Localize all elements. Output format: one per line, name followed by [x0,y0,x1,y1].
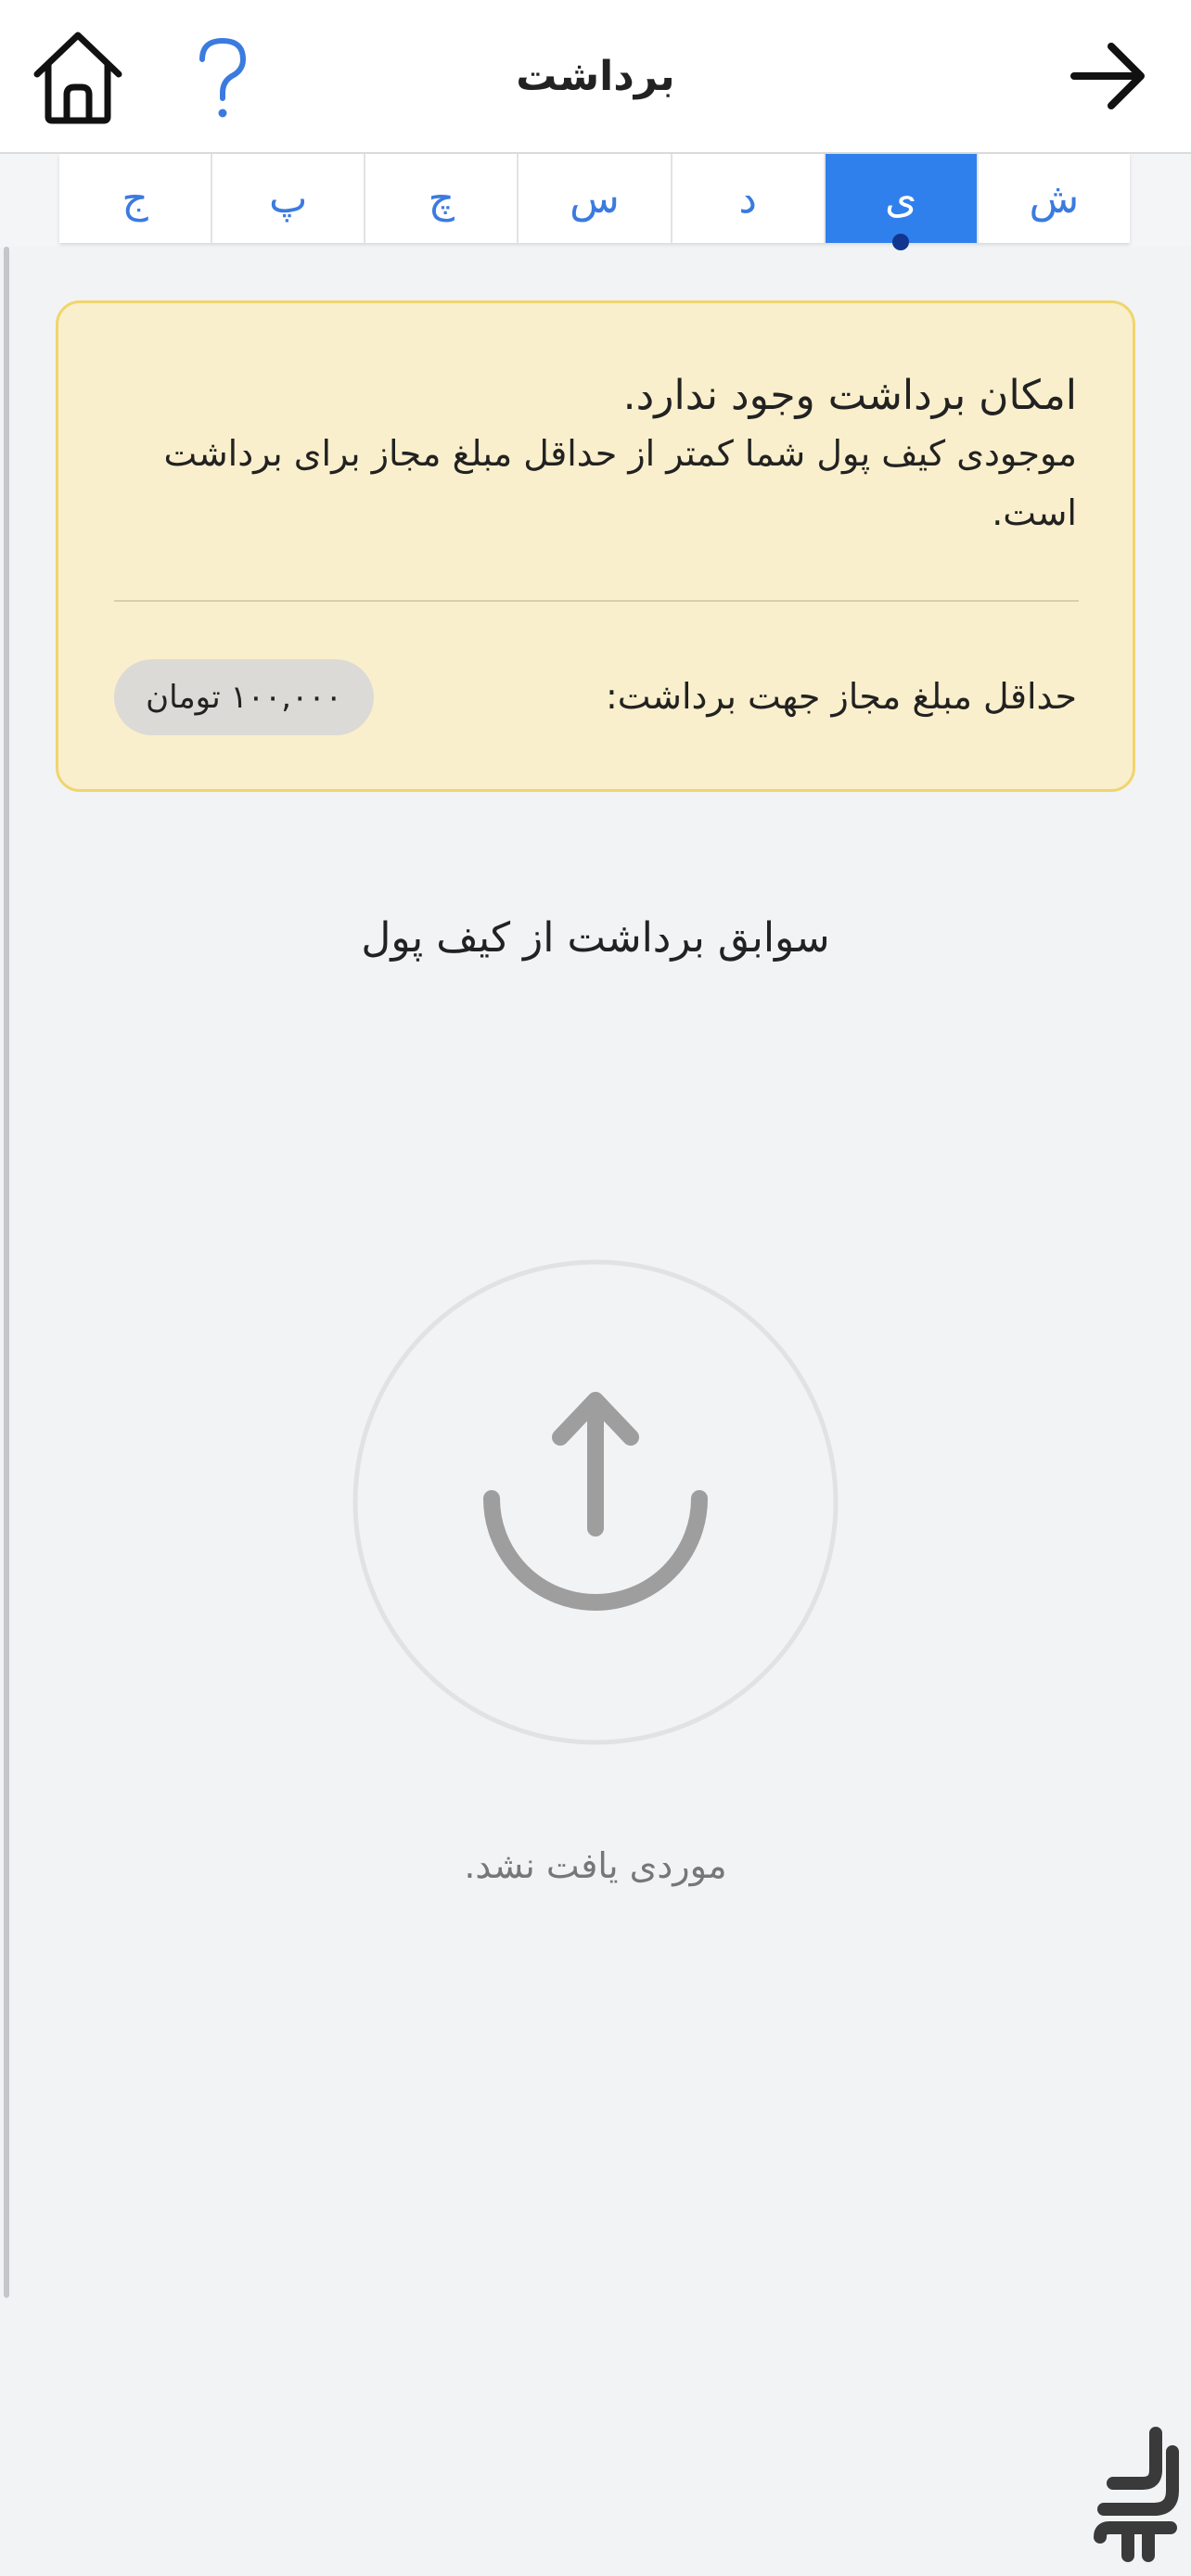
tab-label: پ [269,174,308,223]
min-amount-label: حداقل مبلغ مجاز جهت برداشت: [606,676,1077,717]
history-title: سوابق برداشت از کیف پول [361,914,830,962]
tab-shanbeh[interactable]: ش [976,154,1130,243]
app-header: برداشت [0,0,1191,154]
tab-yekshanbeh[interactable]: ی [823,154,977,250]
page-title: برداشت [516,53,675,100]
tab-doshanbeh[interactable]: د [670,154,824,243]
back-button[interactable] [1067,37,1150,115]
question-mark-icon [199,37,247,118]
warning-message: موجودی کیف پول شما کمتر از حداقل مبلغ مج… [163,433,1077,533]
upload-icon [352,1259,839,1745]
active-dot [892,234,910,250]
home-button[interactable] [28,28,128,126]
divider [114,600,1079,602]
tab-chaharshanbeh[interactable]: چ [364,154,517,243]
empty-state-text: موردی یافت نشد. [464,1845,727,1886]
arrow-right-icon [1070,43,1145,109]
tab-label: س [570,174,620,223]
logo-icon [1094,2427,1179,2562]
app-logo-watermark [1091,2426,1184,2565]
tab-panjshanbeh[interactable]: پ [211,154,364,243]
withdraw-warning-card: امکان برداشت وجود ندارد. موجودی کیف پول … [56,300,1135,792]
tab-jomeh[interactable]: ج [59,154,211,243]
tab-label: چ [428,174,455,223]
tab-label: ش [1029,174,1080,223]
page: برداشت ج پ چ س د ی ش امکان برداشت وجود ن… [0,0,1191,2576]
tab-label: ج [122,174,148,223]
empty-state-illustration [352,1259,839,1745]
tab-label: د [738,174,757,223]
scrollbar[interactable] [4,247,9,2298]
home-icon [33,32,122,124]
warning-title: امکان برداشت وجود ندارد. [622,372,1077,419]
day-tabs-bar: ج پ چ س د ی ش [0,154,1191,250]
day-tabs: ج پ چ س د ی ش [59,154,1130,250]
tab-seshanbeh[interactable]: س [517,154,670,243]
help-button[interactable] [186,33,260,122]
tab-label: ی [885,174,917,223]
min-amount-badge: ۱۰۰,۰۰۰ تومان [114,659,374,735]
